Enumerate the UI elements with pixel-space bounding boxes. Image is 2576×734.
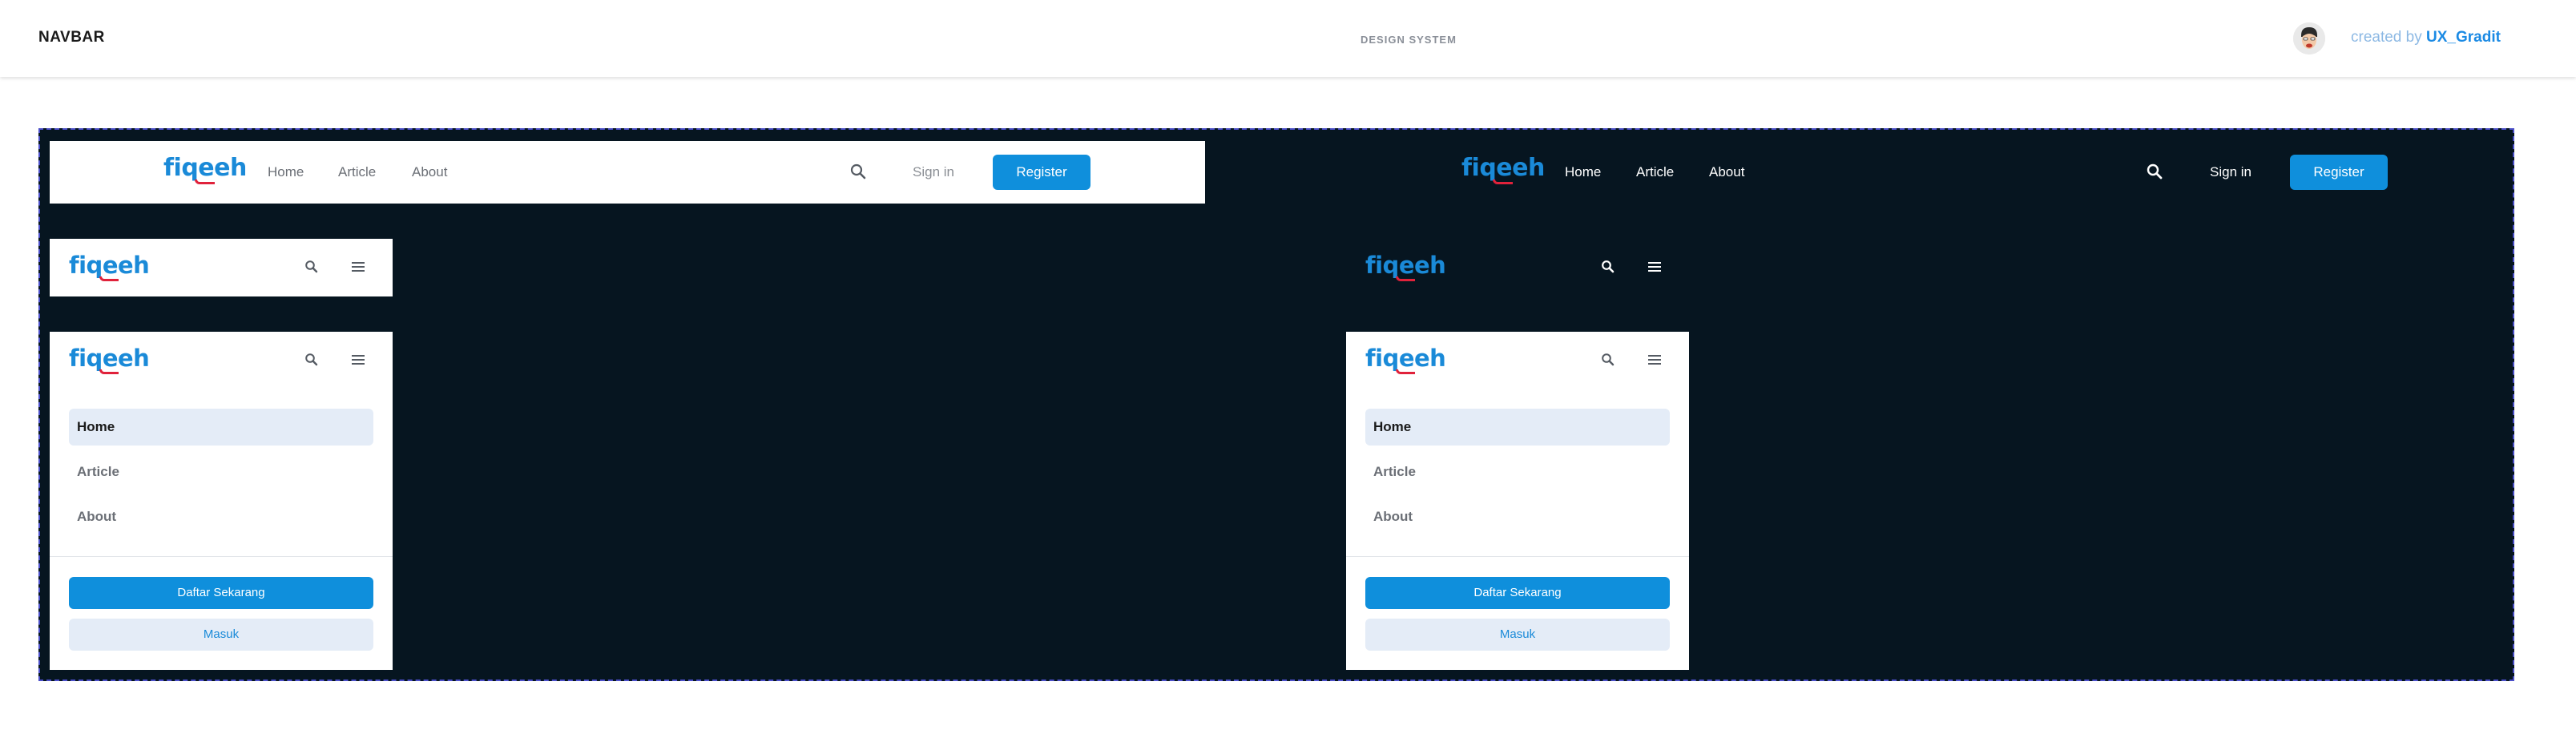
desktop-navbar-light: fiqeeh Home Article About Sign in Regist… — [50, 141, 1205, 204]
menu-item-about[interactable]: About — [69, 498, 373, 535]
page-subtitle: DESIGN SYSTEM — [1361, 34, 1457, 46]
search-icon[interactable] — [1601, 353, 1615, 367]
mobile-navbar-light-expanded: fiqeeh Home Article About Daftar Sekaran… — [50, 332, 393, 670]
logo[interactable]: fiqeeh — [1365, 345, 1446, 374]
nav-link-home[interactable]: Home — [268, 164, 304, 180]
search-icon[interactable] — [2146, 163, 2163, 180]
avatar-face-icon — [2293, 22, 2325, 54]
logo[interactable]: fiqeeh — [69, 345, 150, 374]
register-button[interactable]: Register — [2290, 155, 2388, 190]
credit-prefix: created by — [2351, 29, 2422, 46]
divider — [1346, 556, 1689, 557]
mobile-navbar-light-collapsed: fiqeeh — [50, 239, 393, 296]
page-title: NAVBAR — [38, 29, 105, 46]
sign-in-link[interactable]: Sign in — [2210, 164, 2251, 180]
search-icon[interactable] — [304, 260, 319, 274]
avatar — [2293, 22, 2325, 54]
hamburger-menu-icon[interactable] — [1647, 261, 1662, 272]
menu-item-article[interactable]: Article — [1365, 454, 1670, 490]
nav-link-about[interactable]: About — [1709, 164, 1744, 180]
nav-link-home[interactable]: Home — [1565, 164, 1601, 180]
mobile-navbar-dark-expanded: fiqeeh Home Article About Daftar Sekaran… — [1346, 332, 1689, 670]
menu-item-article[interactable]: Article — [69, 454, 373, 490]
logo[interactable]: fiqeeh — [69, 252, 150, 281]
logo[interactable]: fiqeeh — [163, 154, 247, 184]
logo[interactable]: fiqeeh — [1461, 154, 1545, 184]
search-icon[interactable] — [1601, 260, 1615, 274]
nav-link-about[interactable]: About — [412, 164, 447, 180]
search-icon[interactable] — [304, 353, 319, 367]
daftar-sekarang-button[interactable]: Daftar Sekarang — [1365, 577, 1670, 609]
daftar-sekarang-button[interactable]: Daftar Sekarang — [69, 577, 373, 609]
hamburger-menu-icon[interactable] — [351, 354, 365, 365]
page-header: NAVBAR DESIGN SYSTEM created by UX_Gradi… — [0, 0, 2576, 77]
menu-item-about[interactable]: About — [1365, 498, 1670, 535]
nav-link-article[interactable]: Article — [338, 164, 376, 180]
credit-text: created by UX_Gradit — [2351, 29, 2501, 46]
nav-link-article[interactable]: Article — [1636, 164, 1674, 180]
mobile-navbar-dark-collapsed: fiqeeh — [1346, 239, 1689, 296]
component-canvas — [38, 128, 2514, 681]
hamburger-menu-icon[interactable] — [1647, 354, 1662, 365]
credit-link[interactable]: UX_Gradit — [2426, 29, 2501, 46]
search-icon[interactable] — [849, 163, 867, 180]
desktop-navbar-dark: fiqeeh Home Article About Sign in Regist… — [1394, 141, 2484, 204]
masuk-button[interactable]: Masuk — [1365, 619, 1670, 651]
sign-in-link[interactable]: Sign in — [913, 164, 954, 180]
logo[interactable]: fiqeeh — [1365, 252, 1446, 281]
divider — [50, 556, 393, 557]
menu-item-home[interactable]: Home — [1365, 409, 1670, 446]
menu-item-home[interactable]: Home — [69, 409, 373, 446]
register-button[interactable]: Register — [993, 155, 1090, 190]
hamburger-menu-icon[interactable] — [351, 261, 365, 272]
masuk-button[interactable]: Masuk — [69, 619, 373, 651]
